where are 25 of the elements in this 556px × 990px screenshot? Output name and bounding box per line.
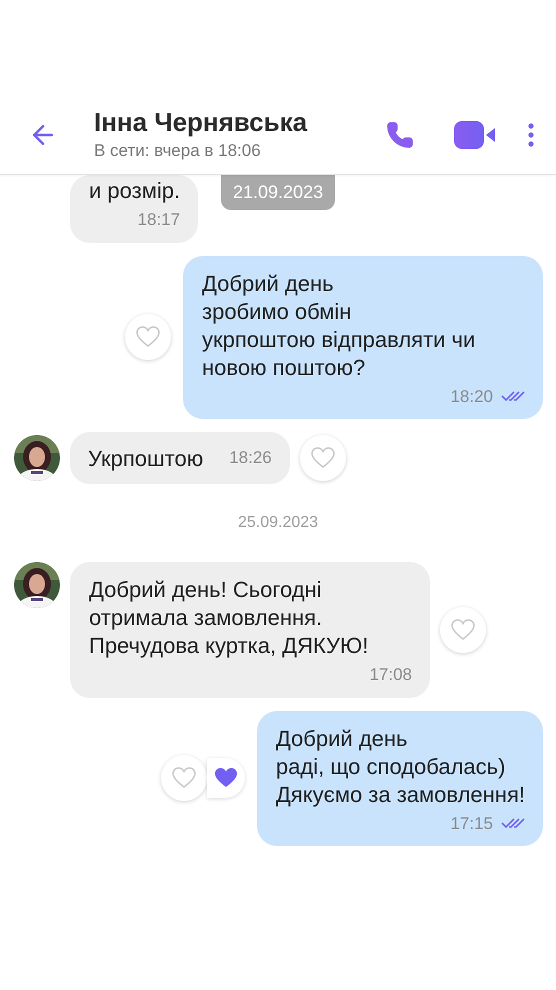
message-time: 17:15 [450,812,493,834]
message-text: и розмір. [89,177,180,205]
message-time: 18:20 [450,386,493,408]
heart-icon [172,767,196,790]
message-text: Укрпоштою [88,444,204,473]
message-time: 18:26 [229,447,272,470]
message-time: 17:08 [369,664,412,686]
heart-icon [214,767,238,790]
message-text: Добрий день зробимо обмін укрпоштою відправляти чи новою поштою? [202,270,476,382]
message-time: 18:17 [138,209,180,231]
heart-icon [310,447,335,469]
phone-icon [386,120,414,148]
message-text: Добрий день раді, що сподобалась) Дякуємо за замовлення! [276,724,525,808]
date-label: 25.09.2023 [238,513,318,533]
last-seen-status: В сети: вчера в 18:06 [94,140,262,162]
date-pill: 21.09.2023 [221,175,336,210]
video-camera-icon [454,120,496,150]
more-options-button[interactable] [528,122,534,146]
heart-icon [451,618,475,641]
message-text: Добрий день! Сьогодні отримала замовлення. Пречудова куртка, ДЯКУЮ! [89,576,370,660]
heart-icon [136,326,160,348]
menu-icon [528,122,534,146]
call-button[interactable] [386,120,414,148]
contact-name: Інна Чернявська [94,106,308,138]
video-call-button[interactable] [454,120,496,150]
